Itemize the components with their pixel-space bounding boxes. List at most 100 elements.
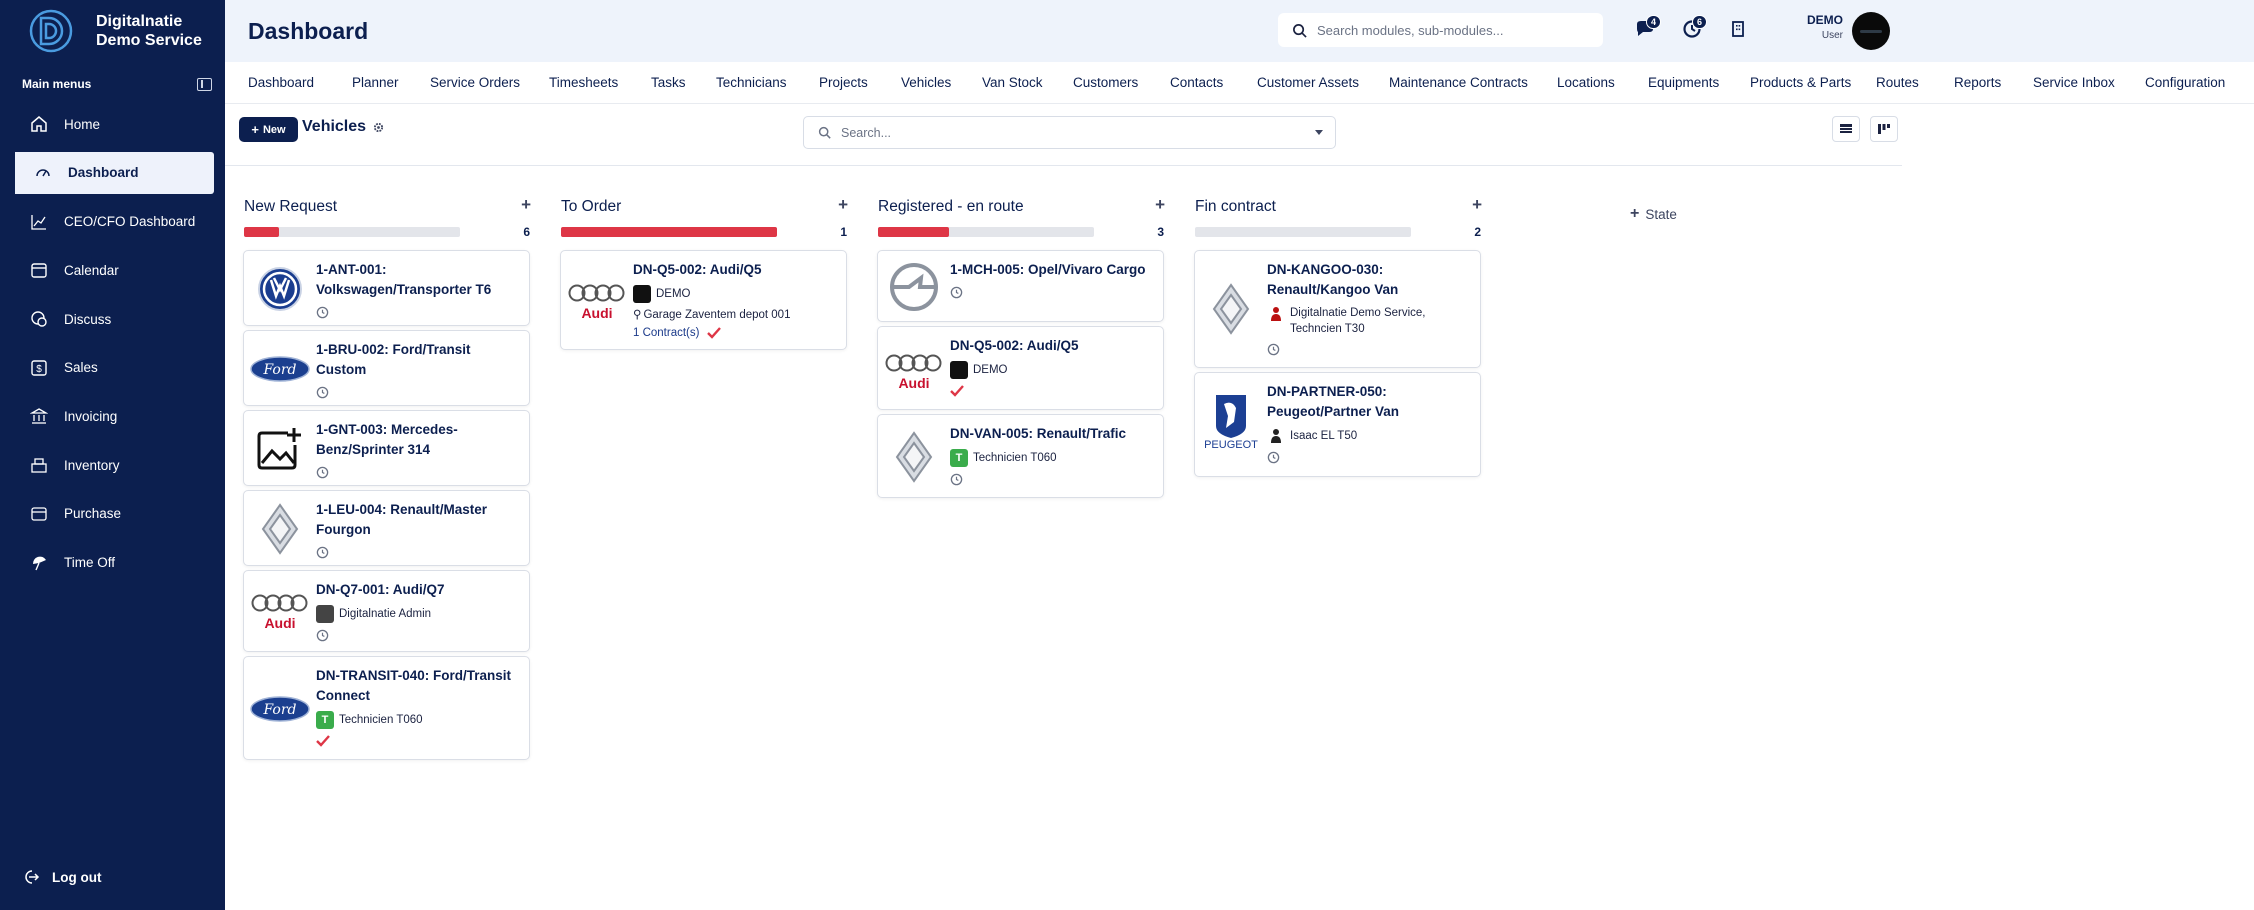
kanban-card[interactable]: DN-VAN-005: Renault/Trafic T Technicien … xyxy=(877,414,1164,498)
vehicle-search-input[interactable]: Search... xyxy=(803,116,1336,149)
sidebar-item-calendar[interactable]: Calendar xyxy=(0,246,225,295)
nav-reports[interactable]: Reports xyxy=(1954,75,2001,90)
plus-icon: + xyxy=(1630,205,1640,222)
nav-maintenance-contracts[interactable]: Maintenance Contracts xyxy=(1389,75,1528,90)
new-button[interactable]: + New xyxy=(239,117,298,142)
column-header: New Request + xyxy=(243,195,533,218)
add-card-plus-icon[interactable]: + xyxy=(521,195,531,215)
kanban-card[interactable]: Audi DN-Q5-002: Audi/Q5 DEMO ⚲ Garage Za… xyxy=(560,250,847,350)
nav-planner[interactable]: Planner xyxy=(352,75,399,90)
search-options-toggle-icon[interactable] xyxy=(1315,130,1323,135)
activity-clock-icon[interactable] xyxy=(950,286,963,299)
sidebar-item-label: Sales xyxy=(64,360,98,376)
brand-name-line1: Digitalnatie xyxy=(96,13,183,30)
kanban-view-button[interactable] xyxy=(1870,116,1898,142)
nav-contacts[interactable]: Contacts xyxy=(1170,75,1223,90)
add-state-button[interactable]: + State xyxy=(1630,205,1677,223)
view-title: Vehicles xyxy=(302,118,384,136)
activity-clock-icon[interactable] xyxy=(316,546,329,559)
messages-button[interactable]: 4 xyxy=(1633,15,1661,40)
brand[interactable]: Digitalnatie Demo Service xyxy=(28,8,202,54)
add-image-placeholder-icon[interactable] xyxy=(250,419,310,479)
column-progress-bar[interactable] xyxy=(878,227,1094,237)
company-switch-button[interactable] xyxy=(1725,18,1751,40)
kanban-card[interactable]: 1-MCH-005: Opel/Vivaro Cargo xyxy=(877,250,1164,322)
kanban-card[interactable]: PEUGEOT DN-PARTNER-050: Peugeot/Partner … xyxy=(1194,372,1481,477)
activity-clock-icon[interactable] xyxy=(316,466,329,479)
activity-clock-icon[interactable] xyxy=(316,306,329,319)
add-card-plus-icon[interactable]: + xyxy=(1472,195,1482,215)
activity-clock-icon[interactable] xyxy=(950,473,963,486)
sidebar-toggle-icon[interactable] xyxy=(197,77,212,91)
activities-button[interactable]: 6 xyxy=(1679,15,1707,40)
sidebar-item-purchase[interactable]: Purchase xyxy=(0,490,225,539)
kanban-card[interactable]: Audi DN-Q7-001: Audi/Q7 Digitalnatie Adm… xyxy=(243,570,530,652)
column-progress-bar[interactable] xyxy=(1195,227,1411,237)
sidebar-item-label: Calendar xyxy=(64,262,119,278)
activity-clock-icon[interactable] xyxy=(1267,451,1280,464)
activity-clock-icon[interactable] xyxy=(1267,343,1280,356)
svg-text:Ford: Ford xyxy=(262,702,296,718)
kanban-card[interactable]: 1-GNT-003: Mercedes-Benz/Sprinter 314 xyxy=(243,410,530,486)
sidebar-item-sales[interactable]: $ Sales xyxy=(0,343,225,392)
list-view-button[interactable] xyxy=(1832,116,1860,142)
sidebar-item-label: Home xyxy=(64,116,101,132)
nav-routes[interactable]: Routes xyxy=(1876,75,1919,90)
nav-van-stock[interactable]: Van Stock xyxy=(982,75,1043,90)
kanban-card[interactable]: Ford 1-BRU-002: Ford/Transit Custom xyxy=(243,330,530,406)
nav-projects[interactable]: Projects xyxy=(819,75,868,90)
nav-customers[interactable]: Customers xyxy=(1073,75,1138,90)
sidebar-item-discuss[interactable]: Discuss xyxy=(0,295,225,344)
user-info[interactable]: DEMO User xyxy=(1807,13,1843,41)
control-panel: + New Vehicles Search... xyxy=(225,104,1902,166)
add-card-plus-icon[interactable]: + xyxy=(1155,195,1165,215)
sidebar-item-invoicing[interactable]: Invoicing xyxy=(0,392,225,441)
card-assignee: Isaac EL T50 xyxy=(1267,427,1474,445)
activity-clock-icon[interactable] xyxy=(316,386,329,399)
sidebar-item-inventory[interactable]: Inventory xyxy=(0,441,225,490)
nav-products-parts[interactable]: Products & Parts xyxy=(1750,75,1851,90)
card-title: 1-ANT-001: Volkswagen/Transporter T6 xyxy=(316,262,492,297)
add-card-plus-icon[interactable]: + xyxy=(838,195,848,215)
gear-icon[interactable] xyxy=(373,122,384,133)
nav-configuration[interactable]: Configuration xyxy=(2145,75,2225,90)
activities-badge: 6 xyxy=(1691,15,1707,29)
top-header: Dashboard Search modules, sub-modules...… xyxy=(225,0,2254,62)
nav-timesheets[interactable]: Timesheets xyxy=(549,75,618,90)
column-cards: DN-KANGOO-030: Renault/Kangoo Van Digita… xyxy=(1194,250,1484,481)
logout-button[interactable]: Log out xyxy=(22,868,101,886)
person-icon xyxy=(1267,305,1285,323)
column-progress-bar[interactable] xyxy=(244,227,460,237)
column-title: To Order xyxy=(561,198,622,215)
nav-service-inbox[interactable]: Service Inbox xyxy=(2033,75,2115,90)
kanban-card[interactable]: Audi DN-Q5-002: Audi/Q5 DEMO xyxy=(877,326,1164,410)
card-contracts[interactable]: 1 Contract(s) xyxy=(633,325,840,341)
module-nav: Dashboard Planner Service Orders Timeshe… xyxy=(225,62,2254,104)
kanban-card[interactable]: 1-LEU-004: Renault/Master Fourgon xyxy=(243,490,530,566)
card-title: DN-Q7-001: Audi/Q7 xyxy=(316,582,445,597)
nav-vehicles[interactable]: Vehicles xyxy=(901,75,951,90)
nav-tasks[interactable]: Tasks xyxy=(651,75,686,90)
sidebar-item-home[interactable]: Home xyxy=(0,100,225,149)
nav-service-orders[interactable]: Service Orders xyxy=(430,75,520,90)
nav-equipments[interactable]: Equipments xyxy=(1648,75,1719,90)
avatar[interactable] xyxy=(1852,12,1890,50)
svg-text:Audi: Audi xyxy=(898,375,929,391)
activity-clock-icon[interactable] xyxy=(316,629,329,642)
nav-technicians[interactable]: Technicians xyxy=(716,75,787,90)
kanban-card[interactable]: DN-KANGOO-030: Renault/Kangoo Van Digita… xyxy=(1194,250,1481,368)
column-progress-bar[interactable] xyxy=(561,227,777,237)
sidebar-item-ceo-cfo-dashboard[interactable]: CEO/CFO Dashboard xyxy=(0,197,225,246)
nav-customer-assets[interactable]: Customer Assets xyxy=(1257,75,1359,90)
sidebar-item-dashboard[interactable]: Dashboard xyxy=(11,151,214,194)
sidebar-item-time-off[interactable]: Time Off xyxy=(0,538,225,587)
module-search-input[interactable]: Search modules, sub-modules... xyxy=(1278,13,1603,47)
kanban-card[interactable]: Ford DN-TRANSIT-040: Ford/Transit Connec… xyxy=(243,656,530,760)
card-title: DN-Q5-002: Audi/Q5 xyxy=(633,262,762,277)
nav-dashboard[interactable]: Dashboard xyxy=(248,75,314,90)
sidebar-item-label: Discuss xyxy=(64,311,112,327)
nav-locations[interactable]: Locations xyxy=(1557,75,1615,90)
kanban-card[interactable]: 1-ANT-001: Volkswagen/Transporter T6 xyxy=(243,250,530,326)
checkmark-icon xyxy=(950,385,964,397)
sidebar: Digitalnatie Demo Service Main menus Hom… xyxy=(0,0,225,910)
